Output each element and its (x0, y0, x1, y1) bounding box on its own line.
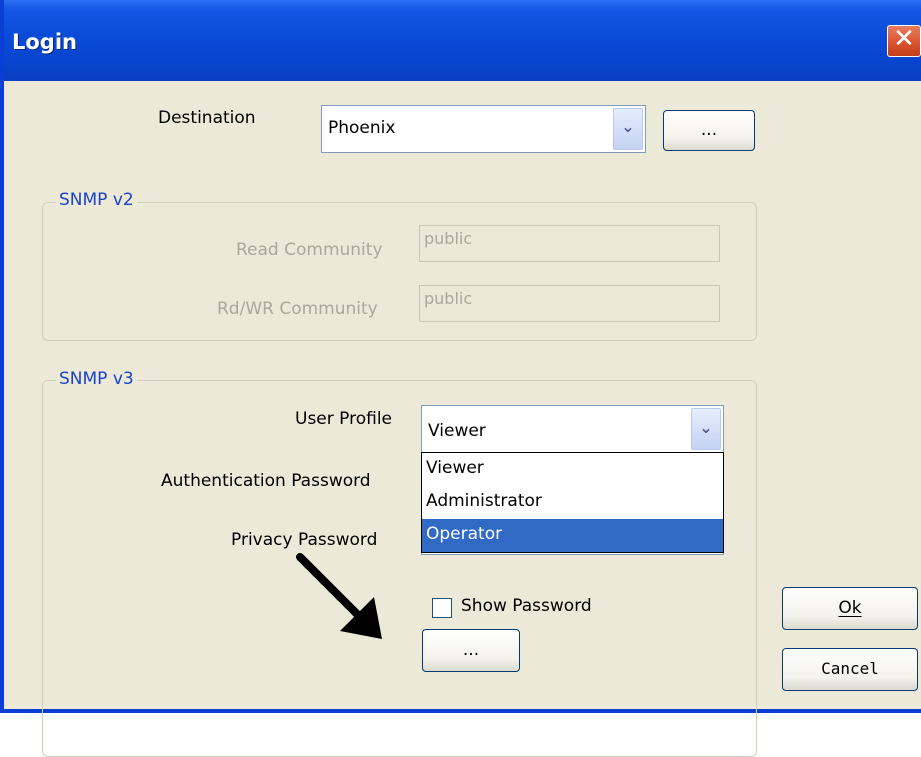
snmp-v2-group-label: SNMP v2 (56, 190, 137, 210)
user-profile-value: Viewer (428, 421, 486, 441)
dropdown-option-administrator[interactable]: Administrator (422, 486, 723, 519)
show-password-label[interactable]: Show Password (461, 596, 592, 616)
dropdown-option-viewer[interactable]: Viewer (422, 453, 723, 486)
chevron-down-icon: ⌄ (621, 117, 635, 136)
login-dialog: Login ✕ Destination Phoenix ⌄ ... SNMP v… (0, 0, 921, 757)
destination-value: Phoenix (328, 118, 396, 138)
user-profile-label: User Profile (295, 409, 393, 429)
ok-button[interactable]: Ok (782, 587, 918, 630)
destination-dropdown-button[interactable]: ⌄ (613, 108, 643, 150)
read-community-value: public (424, 229, 473, 248)
read-community-field: public (419, 225, 720, 262)
snmp-v3-group-label: SNMP v3 (56, 369, 137, 389)
title-bar[interactable]: Login ✕ (4, 0, 921, 81)
destination-label: Destination (158, 108, 256, 128)
read-community-label: Read Community (236, 240, 383, 260)
auth-password-label: Authentication Password (161, 471, 371, 491)
user-profile-dropdown-list: Viewer Administrator Operator (421, 452, 724, 553)
destination-browse-label: ... (700, 120, 718, 140)
snmp-v3-browse-button[interactable]: ... (422, 629, 520, 672)
dropdown-option-operator[interactable]: Operator (422, 519, 723, 552)
arrow-annotation-icon (296, 553, 382, 639)
privacy-password-label: Privacy Password (231, 530, 378, 550)
window-title: Login (12, 30, 77, 54)
user-profile-dropdown-button[interactable]: ⌄ (691, 408, 721, 450)
cancel-button[interactable]: Cancel (782, 648, 918, 691)
ok-button-label: Ok (838, 598, 862, 618)
destination-select[interactable]: Phoenix ⌄ (321, 105, 646, 153)
cancel-button-label: Cancel (821, 659, 879, 678)
show-password-checkbox[interactable] (432, 598, 452, 618)
rdwr-community-label: Rd/WR Community (217, 299, 378, 319)
close-icon[interactable]: ✕ (888, 24, 920, 54)
close-button[interactable]: ✕ (887, 24, 921, 57)
dialog-content: Destination Phoenix ⌄ ... SNMP v2 Read C… (8, 81, 921, 757)
snmp-v3-browse-label: ... (462, 640, 480, 660)
user-profile-select[interactable]: Viewer ⌄ (421, 405, 724, 453)
chevron-down-icon: ⌄ (699, 418, 713, 437)
destination-browse-button[interactable]: ... (663, 110, 755, 151)
rdwr-community-value: public (424, 289, 473, 308)
rdwr-community-field: public (419, 285, 720, 322)
